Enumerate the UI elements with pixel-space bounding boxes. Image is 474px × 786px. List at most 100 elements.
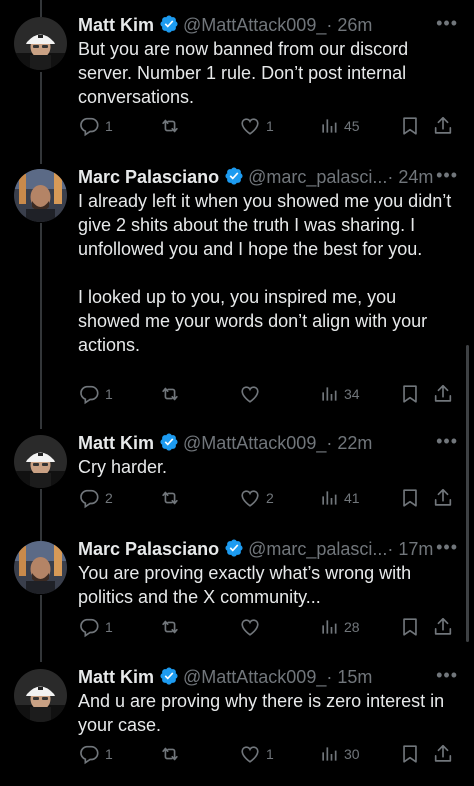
like-icon [239, 487, 261, 509]
repost-icon [159, 743, 181, 765]
bookmark-button[interactable] [399, 487, 421, 509]
tweet-time[interactable]: · 24m [387, 167, 433, 187]
bookmark-button[interactable] [399, 743, 421, 765]
tweet-time[interactable]: · 22m [326, 433, 372, 453]
tweet-actions: 2 2 41 [78, 487, 454, 509]
repost-button[interactable] [159, 743, 186, 765]
share-button[interactable] [432, 383, 454, 405]
tweet-actions: 1 1 45 [78, 115, 454, 137]
more-icon[interactable]: ••• [436, 165, 458, 185]
author-handle[interactable]: @MattAttack009_ [183, 15, 326, 35]
like-button[interactable]: 2 [239, 487, 274, 509]
bookmark-icon [399, 115, 421, 137]
reply-count: 1 [105, 118, 113, 134]
like-icon [239, 115, 261, 137]
scrollbar[interactable] [466, 345, 469, 642]
views-button[interactable]: 28 [319, 616, 360, 638]
tweet-header: Marc Palasciano @marc_palasci...· 17m [78, 537, 433, 561]
repost-button[interactable] [159, 616, 186, 638]
more-icon[interactable]: ••• [436, 13, 458, 33]
bookmark-button[interactable] [399, 115, 421, 137]
bookmark-button[interactable] [399, 383, 421, 405]
reply-button[interactable]: 1 [78, 115, 113, 137]
author-name[interactable]: Marc Palasciano [78, 539, 219, 559]
author-handle[interactable]: @marc_palasci... [248, 539, 387, 559]
repost-icon [159, 115, 181, 137]
reply-button[interactable]: 2 [78, 487, 113, 509]
author-name[interactable]: Marc Palasciano [78, 167, 219, 187]
reply-icon [78, 487, 100, 509]
tweet-time[interactable]: · 26m [326, 15, 372, 35]
thread-line [40, 0, 42, 17]
repost-icon [159, 487, 181, 509]
reply-button[interactable]: 1 [78, 383, 113, 405]
views-icon [319, 384, 339, 404]
author-name[interactable]: Matt Kim [78, 667, 154, 687]
reply-button[interactable]: 1 [78, 616, 113, 638]
more-icon[interactable]: ••• [436, 537, 458, 557]
like-icon [239, 743, 261, 765]
tweet-time[interactable]: · 15m [326, 667, 372, 687]
views-button[interactable]: 30 [319, 743, 360, 765]
repost-button[interactable] [159, 487, 186, 509]
bookmark-icon [399, 487, 421, 509]
repost-button[interactable] [159, 383, 186, 405]
views-count: 45 [344, 118, 360, 134]
tweet-header: Matt Kim @MattAttack009_· 26m [78, 13, 372, 37]
avatar[interactable] [14, 435, 67, 488]
reply-count: 1 [105, 746, 113, 762]
like-button[interactable] [239, 383, 266, 405]
share-button[interactable] [432, 487, 454, 509]
tweet-actions: 1 34 [78, 383, 454, 405]
author-name[interactable]: Matt Kim [78, 433, 154, 453]
like-button[interactable]: 1 [239, 743, 274, 765]
like-icon [239, 383, 261, 405]
thread-line [40, 72, 42, 164]
author-handle[interactable]: @MattAttack009_ [183, 433, 326, 453]
share-icon [432, 743, 454, 765]
avatar[interactable] [14, 669, 67, 722]
share-button[interactable] [432, 743, 454, 765]
views-button[interactable]: 34 [319, 383, 360, 405]
views-count: 28 [344, 619, 360, 635]
views-count: 41 [344, 490, 360, 506]
tweet-time[interactable]: · 17m [387, 539, 433, 559]
avatar[interactable] [14, 541, 67, 594]
avatar[interactable] [14, 169, 67, 222]
bookmark-icon [399, 616, 421, 638]
tweet-text: You are proving exactly what’s wrong wit… [78, 563, 417, 607]
thread-line [40, 595, 42, 662]
share-icon [432, 115, 454, 137]
like-button[interactable] [239, 616, 266, 638]
share-icon [432, 616, 454, 638]
repost-button[interactable] [159, 115, 186, 137]
author-name[interactable]: Matt Kim [78, 15, 154, 35]
repost-icon [159, 616, 181, 638]
tweet-header: Matt Kim @MattAttack009_· 22m [78, 431, 372, 455]
bookmark-button[interactable] [399, 616, 421, 638]
views-button[interactable]: 45 [319, 115, 360, 137]
views-button[interactable]: 41 [319, 487, 360, 509]
tweet-text: I already left it when you showed me you… [78, 191, 452, 355]
avatar[interactable] [14, 17, 67, 70]
like-button[interactable]: 1 [239, 115, 274, 137]
more-icon[interactable]: ••• [436, 431, 458, 451]
verified-badge-icon [224, 166, 244, 186]
reply-button[interactable]: 1 [78, 743, 113, 765]
more-icon[interactable]: ••• [436, 665, 458, 685]
share-button[interactable] [432, 115, 454, 137]
repost-icon [159, 383, 181, 405]
like-icon [239, 616, 261, 638]
reply-count: 1 [105, 619, 113, 635]
views-icon [319, 116, 339, 136]
author-handle[interactable]: @MattAttack009_ [183, 667, 326, 687]
tweet-text: But you are now banned from our discord … [78, 39, 414, 107]
share-icon [432, 383, 454, 405]
share-button[interactable] [432, 616, 454, 638]
verified-badge-icon [159, 432, 179, 452]
thread-line [40, 223, 42, 429]
reply-count: 1 [105, 386, 113, 402]
views-icon [319, 617, 339, 637]
verified-badge-icon [224, 538, 244, 558]
author-handle[interactable]: @marc_palasci... [248, 167, 387, 187]
